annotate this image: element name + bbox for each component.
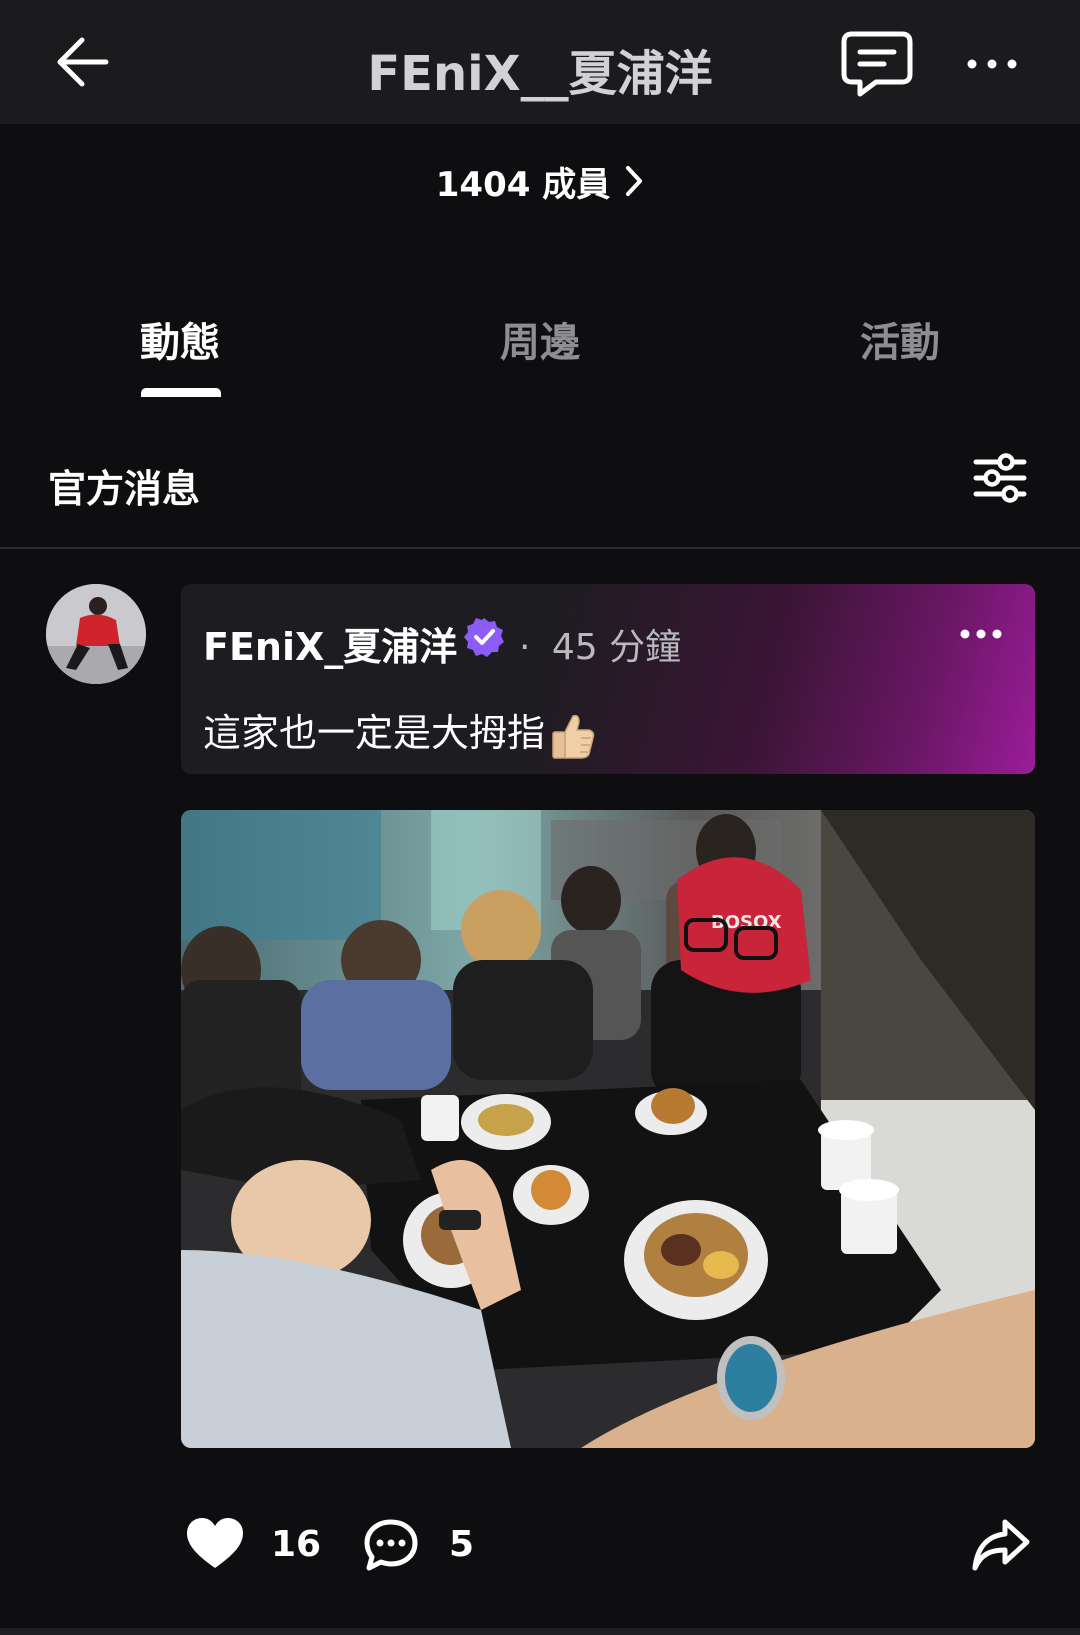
verified-icon [464, 618, 504, 657]
active-tab-indicator [141, 388, 221, 397]
tab-events[interactable]: 活動 [800, 310, 1000, 368]
post-timestamp: · 45 分鐘 [519, 618, 681, 670]
tab-merch[interactable]: 周邊 [440, 310, 640, 368]
post-author[interactable]: FEniX_夏浦洋 [203, 616, 457, 671]
section-title: 官方消息 [48, 467, 201, 511]
post-text-body: 這家也一定是大拇指 [203, 711, 546, 755]
time-separator: · [519, 627, 531, 668]
comment-button[interactable] [363, 1518, 419, 1572]
like-button[interactable] [185, 1516, 245, 1572]
members-link[interactable]: 1404 成員 [0, 156, 1080, 206]
chat-icon [841, 31, 913, 97]
share-button[interactable] [971, 1516, 1031, 1572]
section-divider [0, 547, 1080, 549]
page-title: FEniX__夏浦洋 [367, 46, 713, 102]
avatar-image [46, 584, 146, 684]
post-image[interactable]: BOSOX [181, 810, 1035, 1448]
comment-icon [364, 1519, 418, 1571]
more-icon [960, 629, 1002, 639]
chat-button[interactable] [840, 30, 914, 100]
post-card[interactable]: FEniX_夏浦洋 · 45 分鐘 這家也一定是大拇指 [181, 584, 1035, 774]
top-bar: FEniX__夏浦洋 [0, 0, 1080, 124]
members-count: 1404 成員 [435, 164, 611, 205]
more-button[interactable] [962, 44, 1022, 84]
time-value: 45 分鐘 [551, 627, 682, 668]
chevron-right-icon [626, 166, 643, 196]
post-actions: 16 5 [181, 1510, 1035, 1590]
author-avatar[interactable] [46, 584, 146, 684]
filter-icon [973, 453, 1027, 503]
comment-count: 5 [449, 1524, 475, 1565]
thumbs-up-icon [552, 714, 595, 759]
section-header: 官方消息 [0, 448, 1080, 548]
more-icon [967, 59, 1017, 69]
post-more-button[interactable] [959, 624, 1003, 644]
bottom-divider [0, 1628, 1080, 1635]
post-text: 這家也一定是大拇指 [203, 702, 595, 760]
tab-bar: 動態 周邊 活動 [0, 310, 1080, 400]
tab-feed[interactable]: 動態 [80, 310, 280, 368]
like-count: 16 [271, 1524, 322, 1565]
share-icon [972, 1519, 1030, 1571]
heart-icon [187, 1518, 243, 1568]
filter-button[interactable] [972, 448, 1028, 508]
post-photo: BOSOX [181, 810, 1035, 1448]
